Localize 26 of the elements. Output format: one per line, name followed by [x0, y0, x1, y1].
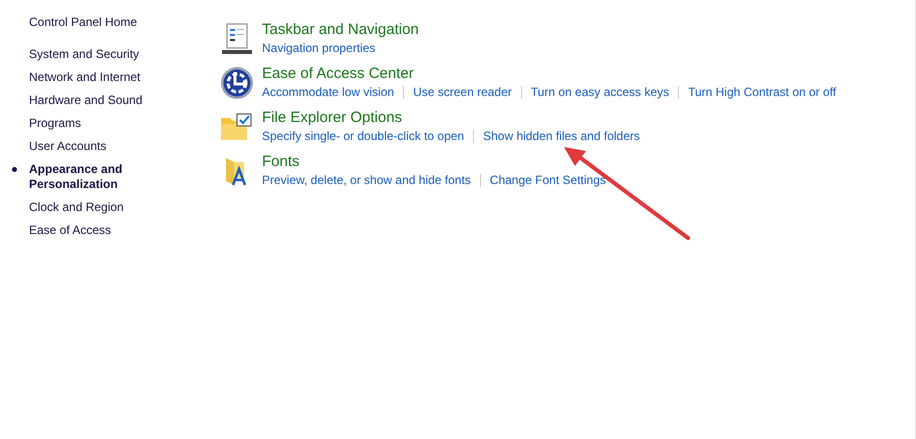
- category-title[interactable]: Fonts: [262, 152, 300, 172]
- task-link[interactable]: Turn High Contrast on or off: [688, 84, 836, 100]
- sidebar-item[interactable]: Ease of Access: [29, 223, 112, 238]
- category-title[interactable]: Ease of Access Center: [262, 64, 414, 84]
- category-title[interactable]: Taskbar and Navigation: [262, 20, 419, 40]
- task-link[interactable]: Preview, delete, or show and hide fonts: [262, 172, 471, 188]
- sidebar-item[interactable]: Programs: [29, 116, 82, 131]
- taskbar-settings-icon: [222, 23, 252, 55]
- category-title[interactable]: File Explorer Options: [262, 108, 402, 128]
- control-panel-home-link[interactable]: Control Panel Home: [29, 14, 138, 30]
- ease-of-access-icon: [220, 66, 254, 100]
- task-link[interactable]: Show hidden files and folders: [483, 128, 640, 144]
- sidebar-item[interactable]: Appearance and Personalization: [29, 162, 154, 192]
- task-link[interactable]: Use screen reader: [413, 84, 512, 100]
- task-link[interactable]: Change Font Settings: [490, 172, 606, 188]
- sidebar-item[interactable]: Hardware and Sound: [29, 93, 142, 108]
- sidebar-item[interactable]: Clock and Region: [29, 200, 124, 215]
- sidebar-item[interactable]: Network and Internet: [29, 70, 140, 85]
- task-link[interactable]: Accommodate low vision: [262, 84, 394, 100]
- task-link[interactable]: Navigation properties: [262, 40, 376, 56]
- task-link[interactable]: Specify single- or double-click to open: [262, 128, 464, 144]
- folder-checkbox-icon: [221, 113, 253, 141]
- sidebar-item[interactable]: User Accounts: [29, 139, 106, 154]
- task-link[interactable]: Turn on easy access keys: [530, 84, 670, 100]
- bullet-icon: [12, 167, 17, 172]
- sidebar-item[interactable]: System and Security: [29, 47, 140, 62]
